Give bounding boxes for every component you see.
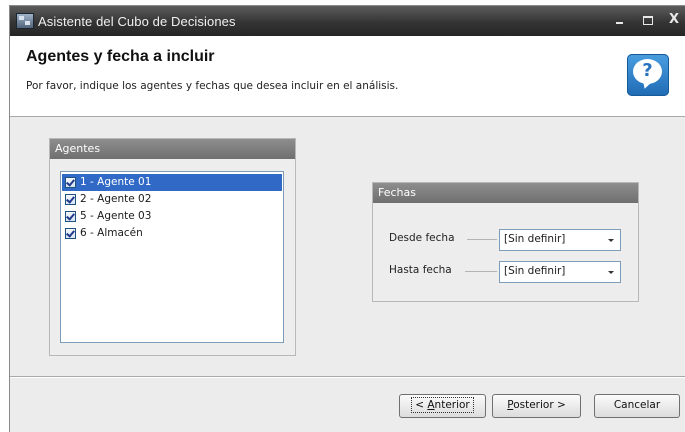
agentes-checklist[interactable]: 1 - Agente 01 2 - Agente 02 5 - Agente 0… — [60, 171, 284, 343]
wizard-header: Agentes y fecha a incluir Por favor, ind… — [10, 36, 685, 117]
question-mark-icon: ? — [642, 60, 653, 81]
cancelar-button[interactable]: Cancelar — [594, 394, 680, 418]
help-icon: ? — [627, 54, 669, 96]
anterior-button-focus: < Anterior — [411, 397, 474, 413]
posterior-label: osterior > — [513, 399, 566, 411]
list-item-label: 5 - Agente 03 — [80, 210, 152, 222]
agentes-group: Agentes 1 - Agente 01 2 - Agente 02 5 - … — [49, 138, 296, 356]
desde-fecha-divider — [467, 239, 497, 240]
posterior-button[interactable]: Posterior > — [492, 394, 581, 418]
list-item[interactable]: 5 - Agente 03 — [62, 208, 282, 225]
window-title: Asistente del Cubo de Decisiones — [38, 14, 236, 29]
footer-divider — [10, 376, 685, 378]
checkbox-checked-icon[interactable] — [65, 228, 76, 239]
anterior-prefix: < — [415, 399, 428, 411]
app-icon — [16, 13, 34, 29]
chevron-down-icon[interactable] — [608, 271, 614, 274]
page-title: Agentes y fecha a incluir — [26, 48, 215, 65]
anterior-label: nterior — [434, 399, 470, 411]
page-subtitle: Por favor, indique los agentes y fechas … — [26, 80, 399, 92]
list-item-label: 2 - Agente 02 — [80, 193, 152, 205]
agentes-group-header: Agentes — [50, 139, 295, 159]
close-icon[interactable]: X — [664, 11, 684, 29]
wizard-window: Asistente del Cubo de Decisiones X Agent… — [10, 6, 685, 432]
fechas-group-header: Fechas — [373, 183, 638, 203]
chevron-down-icon[interactable] — [608, 239, 614, 242]
hasta-fecha-dropdown[interactable]: [Sin definir] — [499, 261, 621, 283]
hasta-fecha-divider — [465, 271, 497, 272]
list-item[interactable]: 6 - Almacén — [62, 225, 282, 242]
checkbox-checked-icon[interactable] — [65, 194, 76, 205]
anterior-accelerator: A — [427, 399, 435, 411]
checkbox-checked-icon[interactable] — [65, 211, 76, 222]
desde-fecha-label: Desde fecha — [389, 232, 455, 244]
fechas-group: Fechas Desde fecha [Sin definir] Hasta f… — [372, 182, 639, 302]
desde-fecha-value: [Sin definir] — [504, 233, 566, 245]
hasta-fecha-label: Hasta fecha — [389, 264, 452, 276]
list-item[interactable]: 2 - Agente 02 — [62, 191, 282, 208]
list-item[interactable]: 1 - Agente 01 — [62, 174, 282, 191]
list-item-label: 1 - Agente 01 — [80, 176, 152, 188]
minimize-icon[interactable] — [610, 11, 630, 29]
hasta-fecha-value: [Sin definir] — [504, 265, 566, 277]
list-item-label: 6 - Almacén — [80, 227, 143, 239]
title-bar[interactable]: Asistente del Cubo de Decisiones X — [10, 6, 685, 36]
maximize-icon[interactable] — [638, 11, 658, 29]
speech-bubble-icon: ? — [633, 59, 662, 84]
anterior-button[interactable]: < Anterior — [399, 394, 486, 418]
checkbox-checked-icon[interactable] — [65, 177, 76, 188]
desde-fecha-dropdown[interactable]: [Sin definir] — [499, 229, 621, 251]
